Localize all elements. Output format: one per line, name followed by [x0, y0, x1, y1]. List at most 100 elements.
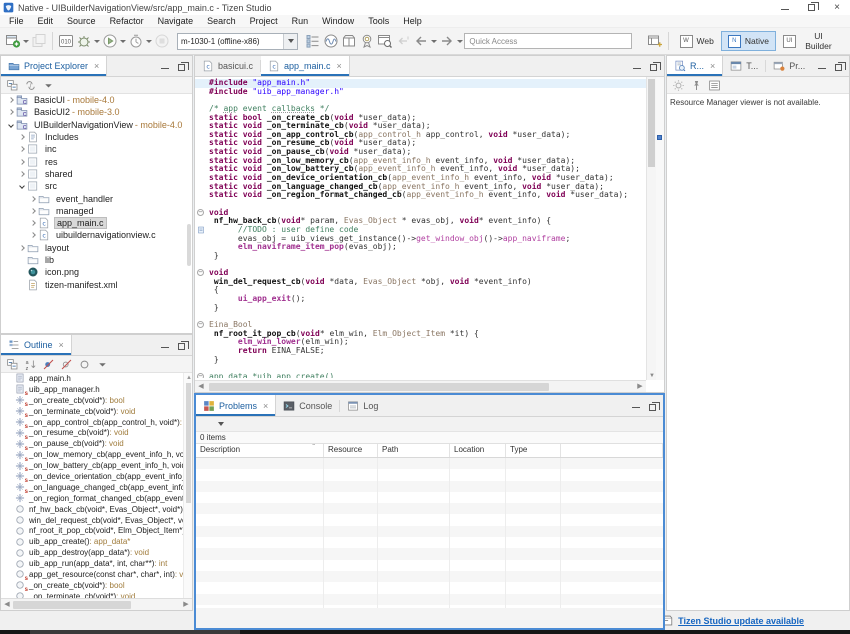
- maximize-view-icon[interactable]: [176, 61, 187, 72]
- close-button[interactable]: ×: [824, 0, 850, 15]
- outline-item-app-main-h[interactable]: app_main.h: [1, 373, 192, 384]
- overview-ruler[interactable]: [656, 77, 664, 380]
- menu-item-project[interactable]: Project: [243, 15, 285, 28]
- dynamic-analyzer-button[interactable]: [322, 30, 340, 52]
- column-header-location[interactable]: Location: [450, 444, 506, 457]
- menu-item-source[interactable]: Source: [60, 15, 103, 28]
- link-with-editor-button[interactable]: [23, 74, 38, 96]
- close-icon[interactable]: ×: [263, 401, 268, 411]
- pin-button[interactable]: [689, 74, 704, 96]
- new-wizard-dropdown-icon[interactable]: [23, 40, 29, 43]
- twisty-collapsed-icon[interactable]: [16, 160, 27, 164]
- tree-item-res[interactable]: res: [1, 155, 192, 167]
- open-perspective-button[interactable]: [646, 30, 664, 52]
- scroll-left-icon[interactable]: ◀: [195, 381, 207, 393]
- menu-item-search[interactable]: Search: [200, 15, 243, 28]
- list-button[interactable]: [707, 74, 722, 96]
- package-manager-button[interactable]: [340, 30, 358, 52]
- scrollbar-thumb[interactable]: [209, 383, 549, 391]
- outline-item-uib-app-run-app-data-int-char[interactable]: uib_app_run(app_data*, int, char**) : in…: [1, 558, 192, 569]
- new-wizard-button[interactable]: [4, 30, 30, 52]
- outline-hscrollbar[interactable]: ◀ ▶: [1, 598, 192, 610]
- tizen-update-link[interactable]: Tizen Studio update available: [678, 616, 804, 626]
- tree-item-uibuildernavigationview[interactable]: CUIBuilderNavigationView - mobile-4.0: [1, 119, 192, 131]
- outline-item-on-language-changed-cb-app-event-info-h-void[interactable]: s_on_language_changed_cb(app_event_info_…: [1, 482, 192, 493]
- emulator-manager-button[interactable]: [304, 30, 322, 52]
- scroll-right-icon[interactable]: ▶: [180, 599, 192, 611]
- tree-item-app-main-c[interactable]: capp_main.c: [1, 217, 192, 229]
- minimize-view-icon[interactable]: [816, 61, 827, 72]
- collapse-all-button[interactable]: [5, 74, 20, 96]
- fold-minus-icon[interactable]: −: [197, 321, 204, 328]
- fold-collapse-icon[interactable]: −: [195, 209, 209, 218]
- twisty-collapsed-icon[interactable]: [16, 246, 27, 250]
- tab-basicui-c[interactable]: cbasicui.c: [195, 56, 260, 76]
- tree-item-managed[interactable]: managed: [1, 205, 192, 217]
- scroll-left-icon[interactable]: ◀: [1, 599, 13, 611]
- column-header-type[interactable]: Type: [506, 444, 561, 457]
- tree-item-shared[interactable]: shared: [1, 168, 192, 180]
- scroll-right-icon[interactable]: ▶: [634, 381, 646, 393]
- editor-hscrollbar[interactable]: ◀ ▶: [195, 380, 646, 392]
- column-header-description[interactable]: Descriptionˆ: [196, 444, 324, 457]
- twisty-collapsed-icon[interactable]: [5, 110, 16, 114]
- maximize-view-icon[interactable]: [176, 340, 187, 351]
- annotation-marker[interactable]: [657, 135, 662, 140]
- twisty-collapsed-icon[interactable]: [27, 209, 38, 213]
- profile-button[interactable]: [127, 30, 153, 52]
- run-button[interactable]: [101, 30, 127, 52]
- tree-item-basicui2[interactable]: CBasicUI2 - mobile-3.0: [1, 106, 192, 118]
- maximize-view-icon[interactable]: [647, 400, 658, 411]
- debug-dropdown-icon[interactable]: [94, 40, 100, 43]
- tab-t[interactable]: T...: [723, 56, 765, 76]
- outline-item-uib-app-destroy-app-data[interactable]: uib_app_destroy(app_data*) : void: [1, 547, 192, 558]
- outline-item-on-pause-cb-void[interactable]: s_on_pause_cb(void*) : void: [1, 438, 192, 449]
- scrollbar[interactable]: ▲: [183, 373, 192, 598]
- twisty-collapsed-icon[interactable]: [27, 197, 38, 201]
- outline-item-on-device-orientation-cb-app-event-info-h-void[interactable]: s_on_device_orientation_cb(app_event_inf…: [1, 471, 192, 482]
- back-dropdown-icon[interactable]: [431, 40, 437, 43]
- menu-item-file[interactable]: File: [2, 15, 31, 28]
- menu-item-tools[interactable]: Tools: [361, 15, 396, 28]
- profile-dropdown-icon[interactable]: [146, 40, 152, 43]
- outline-item-uib-app-manager-h[interactable]: uib_app_manager.h: [1, 384, 192, 395]
- tab-outline[interactable]: Outline ×: [1, 335, 72, 355]
- outline-item-nf-hw-back-cb-void-evas-object-void[interactable]: nf_hw_back_cb(void*, Evas_Object*, void*…: [1, 504, 192, 515]
- menu-item-edit[interactable]: Edit: [31, 15, 61, 28]
- minimize-view-icon[interactable]: [159, 340, 170, 351]
- menu-item-navigate[interactable]: Navigate: [151, 15, 201, 28]
- outline-item-app-get-resource-const-char-char-int[interactable]: app_get_resource(const char*, char*, int…: [1, 569, 192, 580]
- hide-static-button[interactable]: [59, 353, 74, 375]
- twisty-collapsed-icon[interactable]: [27, 221, 38, 225]
- quick-access-input[interactable]: [464, 33, 631, 49]
- fold-minus-icon[interactable]: −: [197, 373, 204, 378]
- sort-button[interactable]: az: [23, 353, 38, 375]
- tree-item-uibuildernavigationview-c[interactable]: cuibuildernavigationview.c: [1, 229, 192, 241]
- settings-button[interactable]: [671, 74, 686, 96]
- binary-view-button[interactable]: 010: [57, 30, 75, 52]
- twisty-collapsed-icon[interactable]: [16, 147, 27, 151]
- fold-minus-icon[interactable]: −: [197, 209, 204, 216]
- outline-item-on-app-control-cb-app-control-h-void[interactable]: s_on_app_control_cb(app_control_h, void*…: [1, 417, 192, 428]
- tree-item-event-handler[interactable]: event_handler: [1, 192, 192, 204]
- fold-collapse-icon[interactable]: −: [195, 321, 209, 330]
- combo-dropdown-icon[interactable]: [283, 34, 297, 49]
- minimize-view-icon[interactable]: [630, 400, 641, 411]
- scrollbar-thumb[interactable]: [187, 224, 191, 266]
- outline-item-on-create-cb-void[interactable]: s_on_create_cb(void*) : bool: [1, 580, 192, 591]
- certificate-manager-button[interactable]: [358, 30, 376, 52]
- outline-item-uib-app-create[interactable]: uib_app_create() : app_data*: [1, 536, 192, 547]
- back-button[interactable]: [412, 30, 438, 52]
- column-header-path[interactable]: Path: [378, 444, 450, 457]
- outline-item-on-region-format-changed-cb-app-event-info-h-void[interactable]: s_on_region_format_changed_cb(app_event_…: [1, 493, 192, 504]
- device-manager-button[interactable]: [376, 30, 394, 52]
- close-icon[interactable]: ×: [710, 61, 715, 71]
- code-editor[interactable]: #include "app_main.h"#include "uib_app_m…: [195, 77, 646, 380]
- collapse-all-button[interactable]: [5, 353, 20, 375]
- forward-dropdown-icon[interactable]: [457, 40, 463, 43]
- forward-button[interactable]: [438, 30, 464, 52]
- restore-button[interactable]: [798, 0, 824, 15]
- tab-pr[interactable]: Pr...: [766, 56, 812, 76]
- outline-item-on-resume-cb-void[interactable]: s_on_resume_cb(void*) : void: [1, 427, 192, 438]
- tree-item-includes[interactable]: Includes: [1, 131, 192, 143]
